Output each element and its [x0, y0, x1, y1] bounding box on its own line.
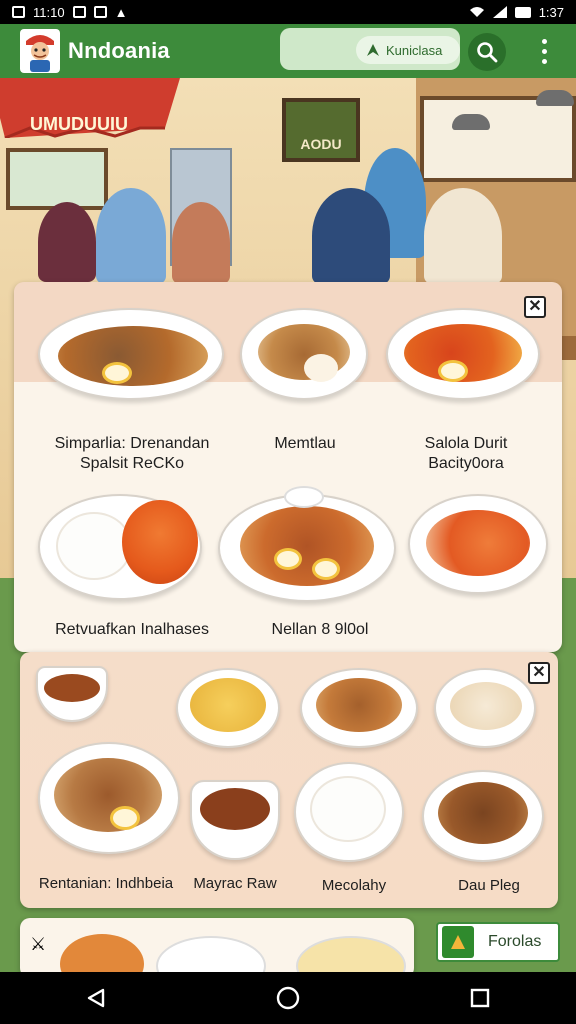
menu-card-bottom: ✕ Rentanian: Indhbeia Mayrac Raw Mecolah…: [20, 652, 558, 908]
home-icon[interactable]: [273, 983, 303, 1013]
lamp-icon: [452, 114, 490, 130]
dish-label: Bacity0ora: [428, 455, 504, 472]
dish-image[interactable]: [294, 762, 408, 866]
app-notification-icon: [93, 6, 107, 18]
dish-label: Salola Durit: [424, 435, 508, 452]
dish-label: Dau Pleg: [458, 877, 520, 894]
dish-label: Nellan 8 9l0ol: [271, 621, 369, 638]
person-figure: [96, 188, 166, 284]
foods-label: Forolas: [488, 933, 542, 950]
logo-mascot-icon[interactable]: [20, 29, 60, 73]
dish-image[interactable]: [190, 780, 284, 864]
hero-picture-frame: AODU: [282, 98, 360, 162]
dish-image[interactable]: [300, 668, 422, 752]
person-figure: [38, 202, 96, 282]
lamp-icon: [536, 90, 574, 106]
image-notification-icon: [72, 6, 86, 18]
dish-image[interactable]: [218, 482, 398, 606]
utensils-icon: ⚔: [30, 934, 47, 954]
dish-label: Spalsit ReCKo: [79, 455, 185, 472]
dish-image[interactable]: [38, 308, 228, 404]
dish-label: Memtlau: [274, 435, 336, 452]
dish-image[interactable]: [386, 308, 542, 404]
app-title: Nndoania: [68, 38, 170, 63]
signal-icon: [492, 6, 507, 18]
dish-image[interactable]: [38, 734, 184, 860]
recents-icon[interactable]: [465, 983, 495, 1013]
person-figure: [172, 202, 230, 284]
dish-image[interactable]: [176, 668, 284, 752]
more-vert-icon[interactable]: [530, 36, 558, 66]
dish-image[interactable]: [240, 308, 372, 404]
dish-image[interactable]: [36, 666, 112, 728]
app-bar: Nndoania Kuniclasa: [0, 24, 576, 78]
search-icon: [477, 42, 498, 63]
status-time-right: 1:37: [538, 4, 564, 20]
hero-window: [6, 148, 108, 210]
location-chip[interactable]: Kuniclasa: [356, 36, 460, 64]
location-icon: [367, 44, 379, 56]
status-time-left: 11:10: [33, 4, 65, 20]
foods-icon: [442, 926, 474, 958]
system-nav-bar: [0, 972, 576, 1024]
battery-icon: [514, 6, 531, 18]
status-bar: 11:10 ▲ 1:37: [0, 0, 576, 24]
umbrella-text: UMUDUUIU: [30, 114, 128, 134]
location-label: Kuniclasa: [386, 42, 443, 58]
menu-card-peek: ⚔: [20, 918, 414, 978]
arrow-notification-icon: ▲: [114, 4, 128, 20]
dish-image[interactable]: [408, 494, 552, 600]
dish-image[interactable]: [422, 770, 548, 866]
hero-shelf: [420, 96, 576, 182]
dish-label: Mecolahy: [321, 877, 387, 894]
back-icon[interactable]: [81, 983, 111, 1013]
dish-label: Retvuafkan Inalhases: [55, 621, 209, 638]
person-figure: [312, 188, 390, 284]
dish-label: Mayrac Raw: [193, 875, 277, 892]
dish-image[interactable]: [38, 488, 208, 604]
search-button[interactable]: [468, 33, 506, 71]
foods-button[interactable]: Forolas: [436, 922, 560, 962]
dish-label: Simparlia: Drenandan: [54, 435, 210, 452]
dish-label: Rentanian: Indhbeia: [38, 875, 174, 892]
gallery-notification-icon: [12, 6, 25, 18]
person-figure: [424, 188, 502, 284]
wifi-icon: [469, 7, 484, 17]
frame-text: AODU: [300, 136, 342, 152]
dish-image[interactable]: [434, 668, 540, 752]
menu-card-top: ✕ Simparlia: Drenandan Spalsit ReCKo Mem…: [14, 282, 562, 652]
